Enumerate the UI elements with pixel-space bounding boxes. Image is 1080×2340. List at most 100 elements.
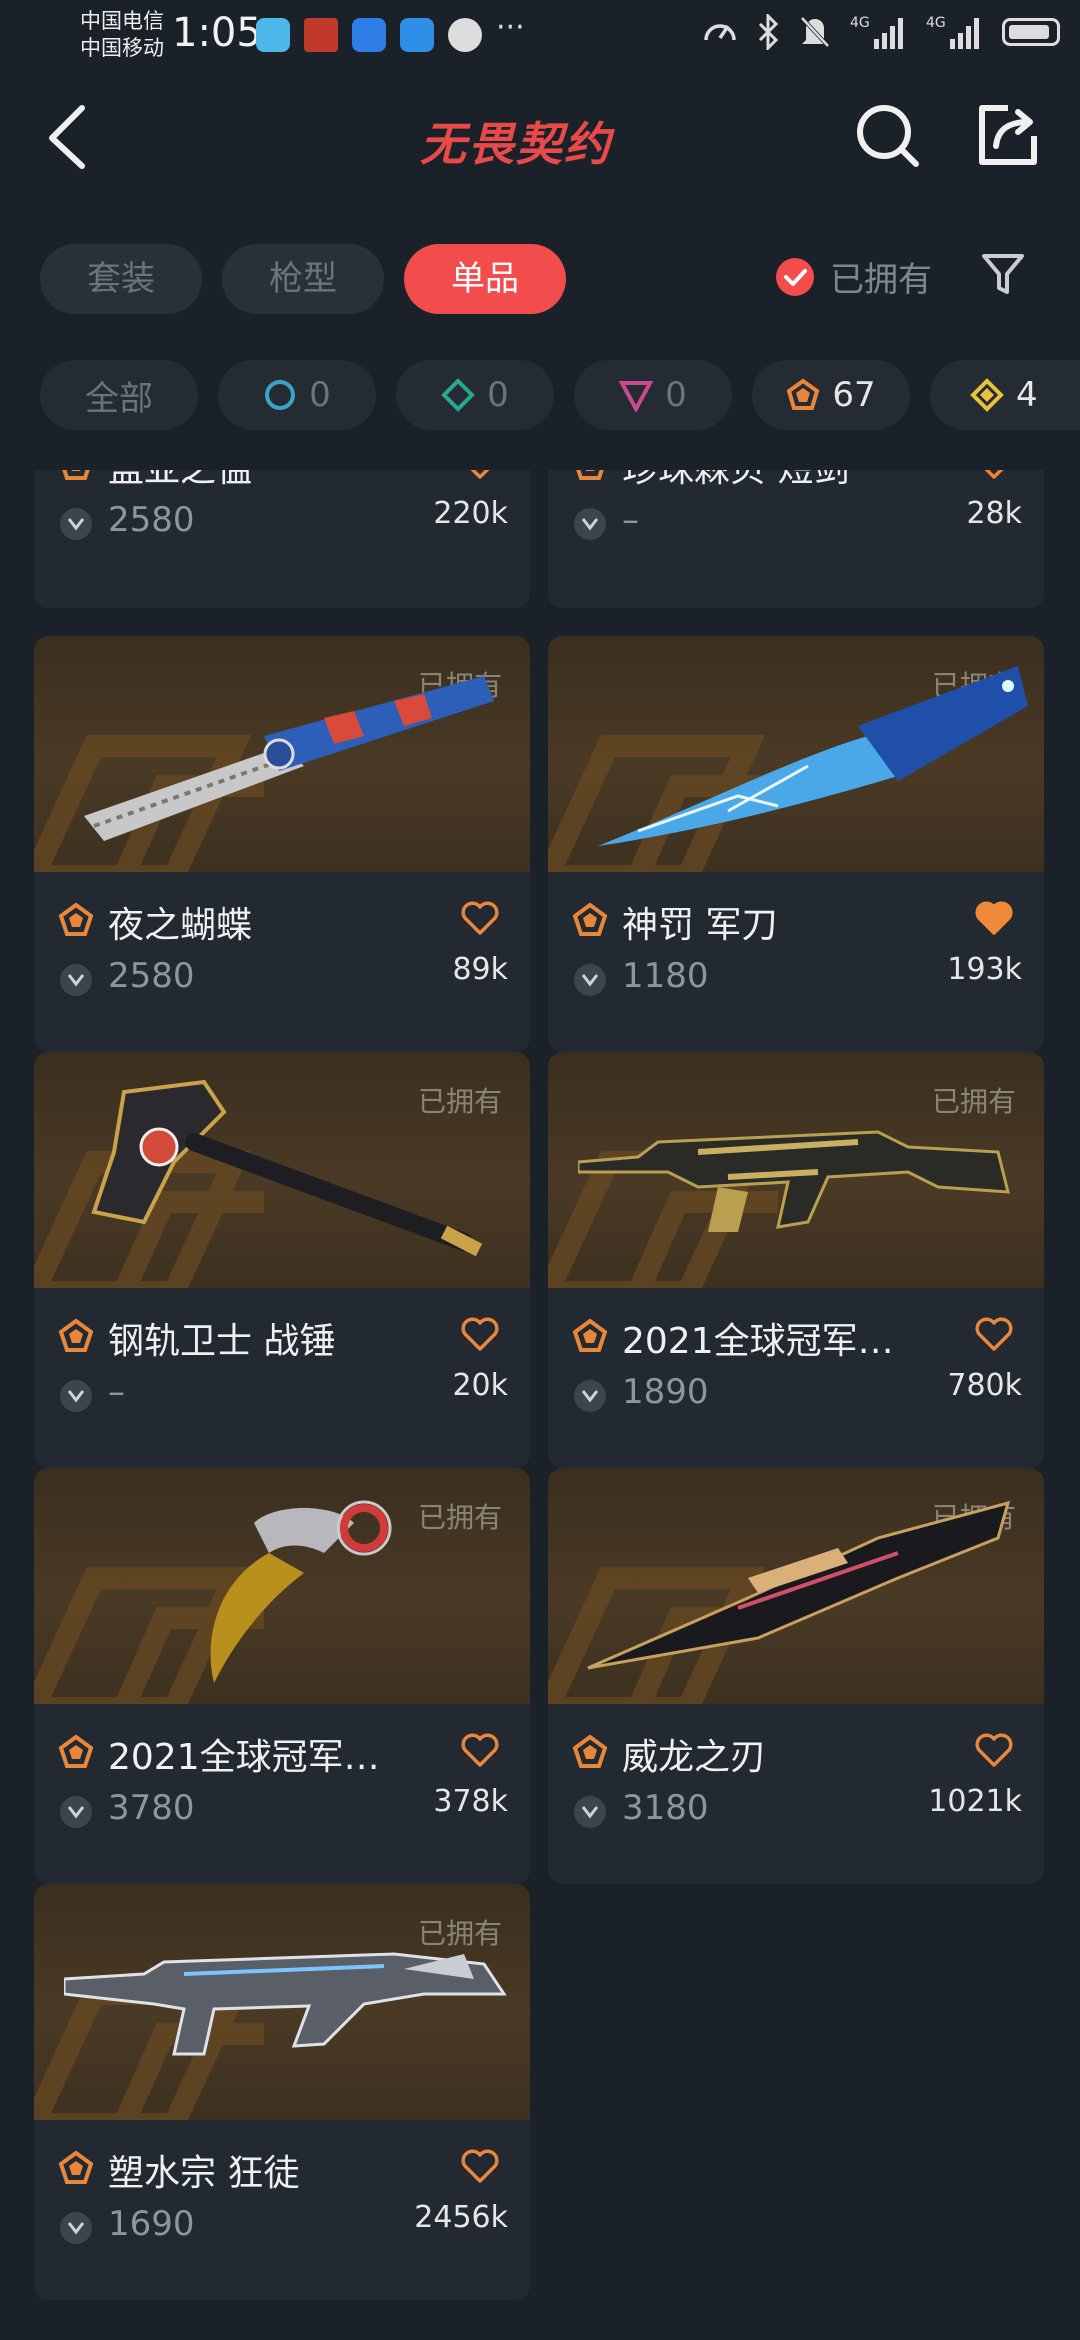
item-name: 盖亚之愠 — [108, 470, 252, 492]
item-likes: 28k — [966, 496, 1022, 531]
item-price: – — [108, 1372, 125, 1412]
status-bar: 中国电信 中国移动 1:05 ··· 4G 4G — [0, 0, 1080, 70]
chip-count: 0 — [665, 375, 687, 415]
item-price: 2580 — [108, 500, 195, 540]
heart-icon[interactable] — [460, 1732, 500, 1768]
vp-currency-icon — [60, 508, 92, 540]
exclusive-tier-icon — [58, 902, 94, 936]
vp-currency-icon — [60, 2212, 92, 2244]
item-name: 神罚 军刀 — [622, 905, 778, 946]
heart-icon[interactable] — [974, 470, 1014, 480]
owned-label: 已拥有 — [830, 260, 932, 300]
vp-currency-icon — [574, 1380, 606, 1412]
item-image: 已拥有 — [548, 1468, 1044, 1704]
tab-sets[interactable]: 套装 — [40, 244, 202, 314]
app-notification-icon — [256, 18, 290, 52]
exclusive-tier-icon — [576, 470, 604, 480]
item-card[interactable]: 已拥有 夜之蝴蝶 2580 89k — [34, 636, 530, 1052]
heart-icon[interactable] — [460, 470, 500, 480]
vp-currency-icon — [574, 964, 606, 996]
heart-icon[interactable] — [460, 1316, 500, 1352]
vandal-rifle-image — [64, 1952, 507, 2056]
chip-select-tier[interactable]: 0 — [218, 360, 376, 430]
owned-toggle[interactable]: 已拥有 — [776, 252, 932, 301]
blade-image — [587, 1500, 1011, 1670]
item-image: 已拥有 — [34, 1468, 530, 1704]
item-price: 1180 — [622, 956, 709, 996]
app-title: 无畏契约 — [420, 117, 612, 171]
item-likes: 780k — [947, 1368, 1022, 1403]
item-name: 2021全球冠军… — [622, 1321, 894, 1362]
item-price: – — [622, 500, 639, 540]
item-card[interactable]: 已拥有 神罚 军刀 1180 193k — [548, 636, 1044, 1052]
premium-tier-icon — [619, 381, 654, 412]
item-card[interactable]: 盖亚之愠 2580 220k — [34, 470, 530, 608]
share-icon[interactable] — [972, 100, 1042, 170]
search-icon[interactable] — [852, 100, 922, 170]
select-tier-icon — [265, 380, 296, 410]
item-card[interactable]: 已拥有 2021全球冠军… 3780 378k — [34, 1468, 530, 1884]
clock: 1:05 — [172, 10, 262, 56]
item-image: 已拥有 — [34, 1052, 530, 1288]
tab-weapon-types[interactable]: 枪型 — [222, 244, 384, 314]
exclusive-tier-icon — [572, 1734, 608, 1768]
item-card[interactable]: 已拥有 威龙之刃 3180 1021k — [548, 1468, 1044, 1884]
chip-premium-tier[interactable]: 0 — [574, 360, 732, 430]
item-name: 夜之蝴蝶 — [108, 905, 253, 946]
vp-currency-icon — [60, 1796, 92, 1828]
tab-single-items[interactable]: 单品 — [404, 244, 566, 314]
vp-currency-icon — [574, 508, 606, 540]
heart-icon[interactable] — [460, 900, 500, 936]
notification-icons: ··· — [256, 13, 525, 52]
signal-2: 4G — [926, 15, 984, 49]
item-likes: 193k — [947, 952, 1022, 987]
qq-icon — [448, 18, 482, 52]
chip-all[interactable]: 全部 — [40, 360, 198, 430]
item-likes: 89k — [452, 952, 508, 987]
carrier-1: 中国电信 — [80, 9, 164, 33]
item-name: 2021全球冠军… — [108, 1737, 380, 1778]
exclusive-tier-icon — [572, 902, 608, 936]
item-image: 已拥有 — [34, 1884, 530, 2120]
butterfly-knife-image — [84, 676, 494, 841]
heart-icon[interactable] — [460, 2148, 500, 2184]
item-likes: 1021k — [928, 1784, 1022, 1819]
chip-deluxe-tier[interactable]: 0 — [396, 360, 554, 430]
ultra-tier-icon — [970, 378, 1004, 412]
heart-filled-icon[interactable] — [974, 900, 1014, 936]
item-image: 已拥有 — [548, 636, 1044, 872]
item-card[interactable]: 已拥有 钢轨卫士 战锤 – 20k — [34, 1052, 530, 1468]
filter-icon[interactable] — [980, 250, 1026, 300]
app-notification-icon — [304, 18, 338, 52]
signal-bars-icon — [950, 18, 979, 49]
heart-icon[interactable] — [974, 1732, 1014, 1768]
chip-count: 4 — [1016, 375, 1038, 415]
item-card[interactable]: 已拥有 2021全球冠军… 1890 780k — [548, 1052, 1044, 1468]
mute-icon — [800, 16, 830, 48]
checkmark-icon[interactable] — [776, 257, 814, 296]
signal-1: 4G — [850, 15, 908, 49]
item-name: 威龙之刃 — [622, 1737, 767, 1778]
item-price: 3180 — [622, 1788, 709, 1828]
system-icons: 4G 4G — [702, 14, 1060, 50]
signal-bars-icon — [874, 18, 903, 49]
carrier-labels: 中国电信 中国移动 — [80, 8, 164, 62]
chip-exclusive-tier[interactable]: 67 — [752, 360, 910, 430]
item-price: 1690 — [108, 2204, 195, 2244]
item-card[interactable]: 已拥有 塑水宗 狂徒 1690 2456k — [34, 1884, 530, 2300]
item-price: 2580 — [108, 956, 195, 996]
combat-knife-image — [598, 666, 1028, 846]
back-arrow-icon[interactable] — [40, 100, 100, 170]
item-card[interactable]: 珍珠棘贝 短剑 – 28k — [548, 470, 1044, 608]
cloud-icon — [352, 18, 386, 52]
chip-ultra-tier[interactable]: 4 — [930, 360, 1080, 430]
weather-icon — [400, 18, 434, 52]
item-likes: 2456k — [414, 2200, 508, 2235]
item-name: 珍珠棘贝 短剑 — [622, 470, 849, 492]
exclusive-tier-icon — [58, 1734, 94, 1768]
war-hammer-image — [91, 1079, 483, 1257]
speed-icon — [704, 24, 736, 41]
heart-icon[interactable] — [974, 1316, 1014, 1352]
bluetooth-icon — [758, 14, 779, 50]
exclusive-tier-icon — [572, 1318, 608, 1352]
